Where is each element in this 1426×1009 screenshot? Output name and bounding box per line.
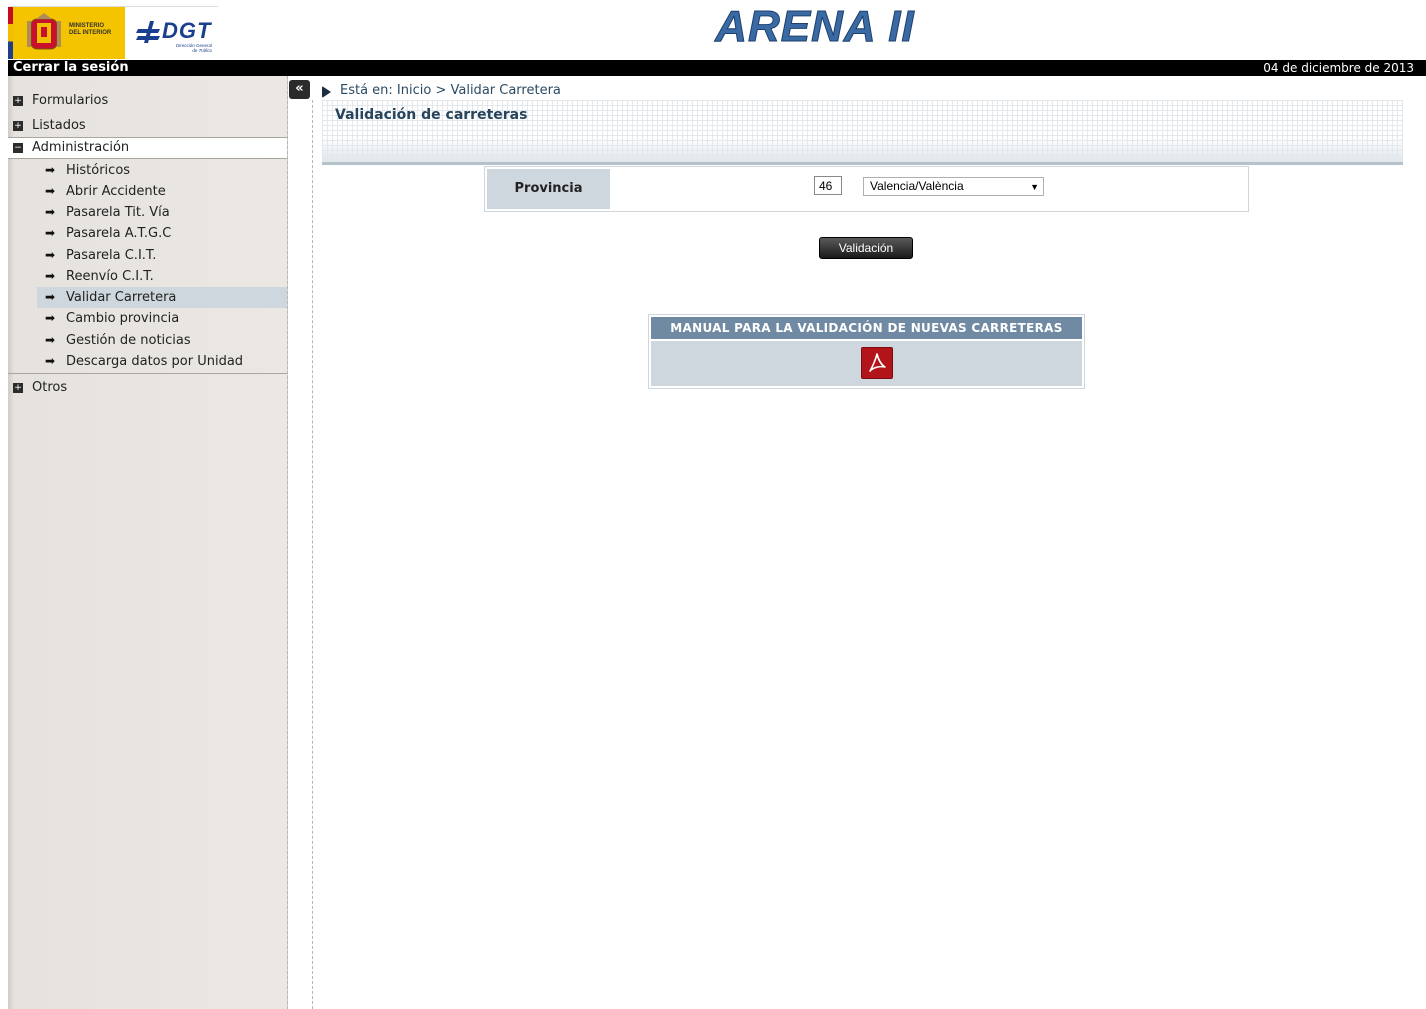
sidebar-section-label: Listados [32,118,86,133]
arrow-right-icon: ➡ [45,205,56,219]
arrow-right-icon: ➡ [45,226,56,240]
sidebar-section-otros[interactable]: + Otros [8,378,287,398]
plus-box-icon: + [13,383,23,393]
arrow-right-icon: ➡ [45,333,56,347]
sidebar-section-label: Otros [32,380,68,395]
sidebar-section-formularios[interactable]: + Formularios [8,91,287,111]
provincia-select[interactable]: Valencia/València ▼ [863,177,1044,196]
ministerio-text: MINISTERIO DEL INTERIOR [69,23,112,36]
breadcrumb-arrow-icon [322,86,331,98]
sidebar-section-listados[interactable]: + Listados [8,116,287,136]
manual-body [651,341,1082,386]
sidebar-item-historicos[interactable]: ➡ Históricos [37,160,287,181]
validacion-button[interactable]: Validación [819,237,913,259]
provincia-select-value: Valencia/València [870,179,964,193]
sidebar: + Formularios + Listados − Administració… [8,76,288,1009]
sidebar-section-label: Administración [32,140,130,155]
sidebar-item-label: Descarga datos por Unidad [66,354,244,369]
sidebar-item-cambio-provincia[interactable]: ➡ Cambio provincia [37,308,287,329]
provincia-code-input[interactable]: 46 [814,176,842,195]
sidebar-item-abrir-accidente[interactable]: ➡ Abrir Accidente [37,181,287,202]
sidebar-item-pasarela-atgc[interactable]: ➡ Pasarela A.T.G.C [37,223,287,244]
main-content: Está en: Inicio > Validar Carretera Vali… [322,80,1404,1009]
plus-box-icon: + [13,96,23,106]
breadcrumb-text: Está en: Inicio > Validar Carretera [340,83,561,98]
dgt-text: DGT [162,18,212,43]
app-title: ARENA II [715,2,915,52]
arrow-right-icon: ➡ [45,290,56,304]
provincia-form: Provincia 46 Valencia/València ▼ [484,166,1249,212]
provincia-label: Provincia [487,169,610,209]
plus-box-icon: + [13,121,23,131]
arrow-right-icon: ➡ [45,248,56,262]
ministry-dgt-logo: MINISTERIO DEL INTERIOR DGT Dirección Ge… [8,6,218,59]
sidebar-item-reenvio-cit[interactable]: ➡ Reenvío C.I.T. [37,266,287,287]
collapse-sidebar-button[interactable]: « [289,80,310,99]
arrow-right-icon: ➡ [45,163,56,177]
arrow-right-icon: ➡ [45,184,56,198]
sidebar-item-label: Pasarela Tit. Vía [66,205,170,220]
chevron-down-icon: ▼ [1030,182,1039,192]
minus-box-icon: − [13,143,23,153]
sidebar-item-gestion-noticias[interactable]: ➡ Gestión de noticias [37,330,287,351]
sidebar-item-label: Cambio provincia [66,311,180,326]
sidebar-item-label: Gestión de noticias [66,333,191,348]
coat-of-arms-icon [27,13,61,50]
dgt-logo: DGT Dirección General de Tráfico [126,7,218,59]
sidebar-section-label: Formularios [32,93,109,108]
arrow-right-icon: ➡ [45,354,56,368]
sidebar-item-label: Pasarela C.I.T. [66,248,157,263]
page-header: Validación de carreteras [322,100,1403,165]
pdf-icon[interactable] [861,347,893,379]
logout-link[interactable]: Cerrar la sesión [13,60,129,76]
manual-panel: MANUAL PARA LA VALIDACIÓN DE NUEVAS CARR… [648,314,1085,389]
dgt-subtitle: Dirección General de Tráfico [176,43,213,53]
header: MINISTERIO DEL INTERIOR DGT Dirección Ge… [0,0,1426,60]
administracion-submenu: ➡ Históricos ➡ Abrir Accidente ➡ Pasarel… [8,160,287,374]
sidebar-item-validar-carretera[interactable]: ➡ Validar Carretera [37,287,287,308]
sidebar-item-pasarela-tit-via[interactable]: ➡ Pasarela Tit. Vía [37,202,287,223]
sidebar-splitter[interactable] [288,100,313,1009]
arrow-right-icon: ➡ [45,311,56,325]
sidebar-item-label: Históricos [66,163,131,178]
sidebar-item-label: Pasarela A.T.G.C [66,226,172,241]
page-title: Validación de carreteras [335,107,528,123]
arrow-right-icon: ➡ [45,269,56,283]
ministerio-logo: MINISTERIO DEL INTERIOR [13,7,125,59]
top-bar: Cerrar la sesión 04 de diciembre de 2013 [8,60,1426,76]
sidebar-section-administracion[interactable]: − Administración [8,137,287,159]
sidebar-item-descarga-datos[interactable]: ➡ Descarga datos por Unidad [37,351,287,372]
sidebar-item-label: Reenvío C.I.T. [66,269,154,284]
current-date: 04 de diciembre de 2013 [1263,61,1414,75]
sidebar-item-pasarela-cit[interactable]: ➡ Pasarela C.I.T. [37,245,287,266]
sidebar-item-label: Abrir Accidente [66,184,166,199]
manual-title: MANUAL PARA LA VALIDACIÓN DE NUEVAS CARR… [651,317,1082,339]
acrobat-logo-icon [869,353,886,372]
sidebar-item-label: Validar Carretera [66,290,177,305]
